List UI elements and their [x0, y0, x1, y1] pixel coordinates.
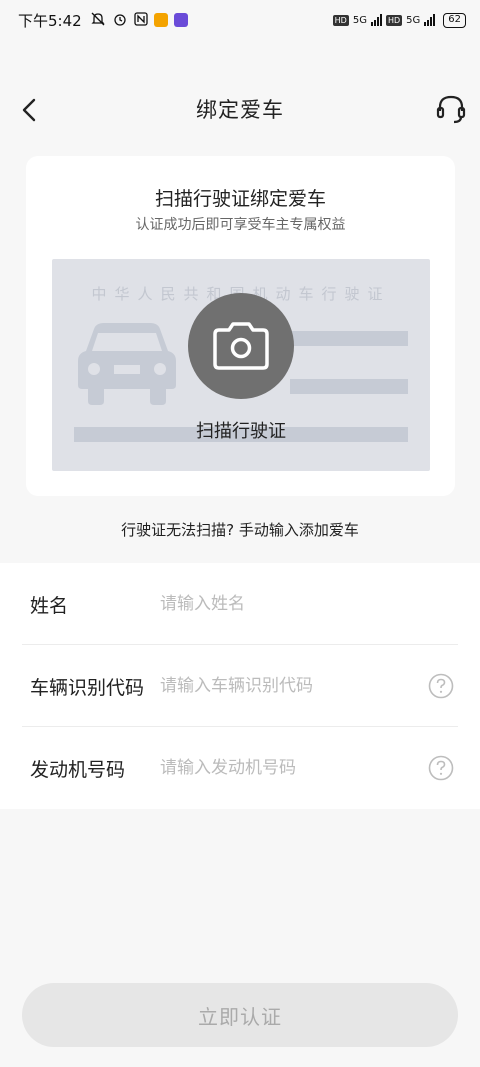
form-row-name: 姓名: [22, 563, 458, 645]
car-info-form: 姓名 车辆识别代码 发动机号码: [0, 563, 480, 809]
camera-icon: [213, 322, 269, 370]
engine-number-input[interactable]: [160, 753, 410, 783]
license-line-1: [290, 331, 408, 346]
form-row-engine: 发动机号码: [22, 727, 458, 809]
scan-license-area[interactable]: 中华人民共和国机动车行驶证 扫描行驶证: [52, 259, 430, 471]
network-label-2: 5G: [406, 14, 421, 26]
name-label: 姓名: [30, 595, 69, 617]
scan-label: 扫描行驶证: [196, 421, 286, 442]
nfc-icon: [134, 11, 148, 29]
vin-input[interactable]: [160, 671, 410, 701]
manual-entry-link[interactable]: 行驶证无法扫描? 手动输入添加爱车: [0, 519, 480, 540]
car-icon: [78, 323, 176, 405]
question-circle-icon[interactable]: [428, 755, 454, 781]
camera-button[interactable]: [188, 293, 294, 399]
verify-now-button[interactable]: 立即认证: [22, 983, 458, 1047]
status-bar: 下午5:42 HD 5G HD 5G 62: [0, 0, 480, 40]
engine-number-label: 发动机号码: [30, 759, 126, 781]
app-notification-icon: [173, 13, 188, 27]
headset-icon: [436, 95, 466, 124]
status-time: 下午5:42: [18, 11, 82, 30]
form-row-vin: 车辆识别代码: [22, 645, 458, 727]
card-title: 扫描行驶证绑定爱车: [154, 188, 326, 210]
hd-badge-2: HD: [385, 14, 403, 26]
customer-service-button[interactable]: [434, 92, 468, 126]
page-title: 绑定爱车: [196, 98, 284, 122]
nav-bar: 绑定爱车: [0, 72, 480, 144]
alarm-icon: [112, 11, 128, 30]
notes-app-icon: [153, 13, 168, 27]
card-subtitle: 认证成功后即可享受车主专属权益: [135, 217, 346, 233]
question-circle-icon[interactable]: [428, 673, 454, 699]
battery-indicator: 62: [443, 12, 466, 28]
name-input[interactable]: [160, 589, 410, 619]
vin-label: 车辆识别代码: [30, 677, 145, 699]
hd-badge-1: HD: [332, 14, 349, 26]
mute-icon: [90, 11, 106, 30]
license-line-2: [290, 379, 408, 394]
network-label-1: 5G: [352, 14, 367, 26]
signal-icon-2: [424, 14, 436, 26]
signal-icon-1: [370, 14, 382, 26]
scan-card: 扫描行驶证绑定爱车 认证成功后即可享受车主专属权益 中华人民共和国机动车行驶证 …: [26, 156, 455, 496]
